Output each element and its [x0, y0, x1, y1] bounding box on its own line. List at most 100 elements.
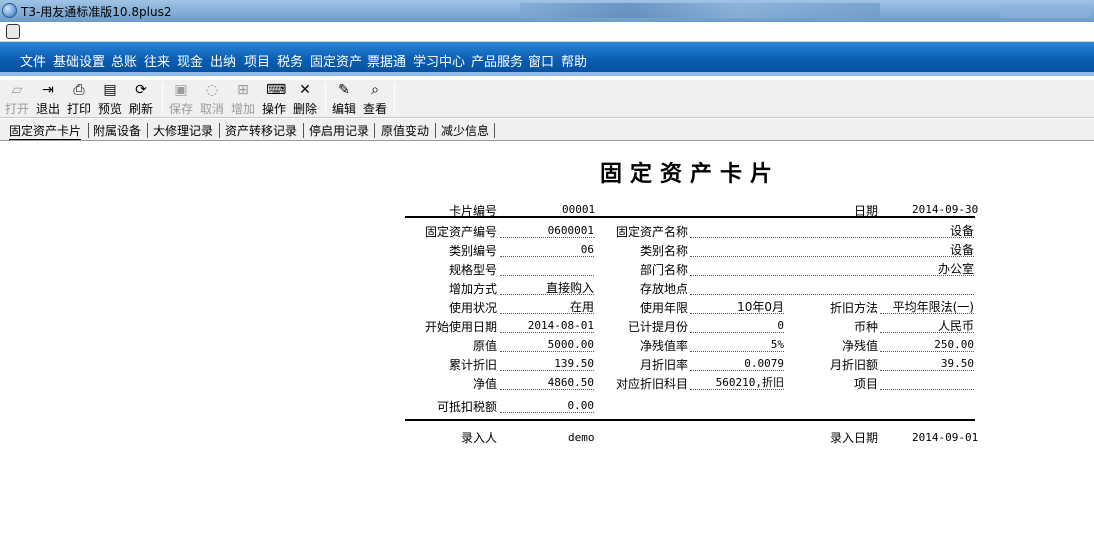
menu-help[interactable]: 帮助: [561, 51, 587, 70]
operate-icon: ⌨: [266, 82, 287, 98]
add-icon: ⊞: [237, 82, 249, 98]
status-field[interactable]: 在用: [500, 300, 594, 314]
menu-receivables[interactable]: 往来: [144, 51, 170, 70]
entry-date-label: 录入日期: [829, 431, 878, 445]
asset-no-field[interactable]: 0600001: [500, 224, 594, 238]
currency-label: 币种: [853, 320, 878, 334]
salvage-value-field[interactable]: 250.00: [880, 338, 974, 352]
menu-file[interactable]: 文件: [20, 51, 46, 70]
add-method-field[interactable]: 直接购入: [500, 281, 594, 295]
entered-by-label: 录入人: [460, 431, 497, 445]
delete-button[interactable]: ✕ 删除: [291, 80, 319, 118]
exit-button[interactable]: ⇥ 退出: [34, 80, 62, 118]
add-button[interactable]: ⊞ 增加: [229, 80, 257, 118]
menu-bills[interactable]: 票据通: [367, 51, 406, 70]
tab-divider: [219, 123, 220, 138]
category-name-field[interactable]: 设备: [690, 243, 974, 257]
original-value-field[interactable]: 5000.00: [500, 338, 594, 352]
monthly-rate-field[interactable]: 0.0079: [690, 357, 784, 371]
menu-product-service[interactable]: 产品服务: [471, 51, 523, 70]
card-title: 固定资产卡片: [600, 161, 781, 187]
tab-divider: [494, 123, 495, 138]
window-title: T3-用友通标准版10.8plus2: [21, 5, 172, 19]
deductible-tax-field[interactable]: 0.00: [500, 399, 594, 413]
useful-life-label: 使用年限: [639, 301, 688, 315]
category-no-field[interactable]: 06: [500, 243, 594, 257]
asset-name-field[interactable]: 设备: [690, 224, 974, 238]
spec-field[interactable]: [500, 262, 594, 276]
depreciation-method-field[interactable]: 平均年限法(一): [880, 300, 974, 314]
toolbar-separator: [325, 83, 326, 115]
menu-learning[interactable]: 学习中心: [413, 51, 465, 70]
useful-life-field[interactable]: 10年0月: [690, 300, 784, 314]
document-icon[interactable]: [6, 24, 20, 39]
accrued-months-label: 已计提月份: [627, 320, 688, 334]
menu-basic-settings[interactable]: 基础设置: [53, 51, 105, 70]
preview-button[interactable]: ▤ 预览: [96, 80, 124, 118]
view-button[interactable]: ⌕ 查看: [361, 80, 389, 118]
deductible-tax-label: 可抵扣税额: [436, 400, 497, 414]
menu-bar: 文件 基础设置 总账 往来 现金 出纳 项目 税务 固定资产 票据通 学习中心 …: [0, 42, 1094, 76]
menu-project[interactable]: 项目: [244, 51, 270, 70]
edit-button[interactable]: ✎ 编辑: [330, 80, 358, 118]
depreciation-method-label: 折旧方法: [829, 301, 878, 315]
refresh-button[interactable]: ⟳ 刷新: [127, 80, 155, 118]
spec-label: 规格型号: [448, 263, 497, 277]
folder-open-icon: ▱: [11, 82, 23, 98]
start-date-field[interactable]: 2014-08-01: [500, 319, 594, 333]
card-tabs: 固定资产卡片 附属设备 大修理记录 资产转移记录 停启用记录 原值变动 减少信息: [0, 119, 1094, 141]
monthly-amount-label: 月折旧额: [829, 358, 878, 372]
salvage-rate-field[interactable]: 5%: [690, 338, 784, 352]
title-bar-blur: [520, 3, 880, 18]
menu-general-ledger[interactable]: 总账: [111, 51, 137, 70]
asset-no-label: 固定资产编号: [424, 225, 497, 239]
tab-reduction-info[interactable]: 减少信息: [441, 122, 489, 139]
accumulated-depreciation-field[interactable]: 139.50: [500, 357, 594, 371]
refresh-icon: ⟳: [135, 82, 147, 98]
operate-button[interactable]: ⌨ 操作: [260, 80, 288, 118]
menu-cash[interactable]: 现金: [177, 51, 203, 70]
open-button[interactable]: ▱ 打开: [3, 80, 31, 118]
item-field[interactable]: [880, 376, 974, 390]
tab-asset-transfer[interactable]: 资产转移记录: [225, 122, 297, 139]
card-no-value: 00001: [562, 203, 596, 216]
tab-divider: [88, 123, 89, 138]
category-no-label: 类别编号: [448, 244, 497, 258]
view-icon: ⌕: [371, 82, 379, 98]
add-method-label: 增加方式: [448, 282, 497, 296]
print-button[interactable]: ⎙ 打印: [65, 80, 93, 118]
tab-major-repair[interactable]: 大修理记录: [153, 122, 213, 139]
tab-value-change[interactable]: 原值变动: [381, 122, 429, 139]
secondary-bar: [0, 22, 1094, 42]
net-value-field[interactable]: 4860.50: [500, 376, 594, 390]
asset-name-label: 固定资产名称: [615, 225, 688, 239]
top-rule: [405, 216, 975, 218]
tab-stop-start[interactable]: 停启用记录: [309, 122, 369, 139]
salvage-rate-label: 净残值率: [639, 339, 688, 353]
location-field[interactable]: [690, 281, 974, 295]
menu-fixed-assets[interactable]: 固定资产: [310, 51, 362, 70]
menu-window[interactable]: 窗口: [528, 51, 554, 70]
tab-fixed-asset-card[interactable]: 固定资产卡片: [9, 122, 82, 140]
entry-date-value: 2014-09-01: [912, 431, 979, 444]
menu-cashier[interactable]: 出纳: [210, 51, 236, 70]
save-icon: ▣: [174, 82, 188, 98]
currency-field[interactable]: 人民币: [880, 319, 974, 333]
department-field[interactable]: 办公室: [690, 262, 974, 276]
menu-tax[interactable]: 税务: [277, 51, 303, 70]
monthly-amount-field[interactable]: 39.50: [880, 357, 974, 371]
cancel-button[interactable]: ◌ 取消: [198, 80, 226, 118]
card-content: 固定资产卡片 卡片编号 00001 日期 2014-09-30 固定资产编号 0…: [0, 142, 1094, 534]
location-label: 存放地点: [639, 282, 688, 296]
depreciation-subject-field[interactable]: 560210,折旧: [690, 376, 784, 390]
save-button[interactable]: ▣ 保存: [167, 80, 195, 118]
bottom-rule: [405, 419, 975, 421]
salvage-value-label: 净残值: [841, 339, 878, 353]
department-label: 部门名称: [639, 263, 688, 277]
toolbar-separator: [394, 83, 395, 115]
accrued-months-field[interactable]: 0: [690, 319, 784, 333]
cancel-icon: ◌: [205, 82, 219, 98]
tab-attached-equipment[interactable]: 附属设备: [93, 122, 141, 139]
accumulated-depreciation-label: 累计折旧: [448, 358, 497, 372]
status-label: 使用状况: [448, 301, 497, 315]
